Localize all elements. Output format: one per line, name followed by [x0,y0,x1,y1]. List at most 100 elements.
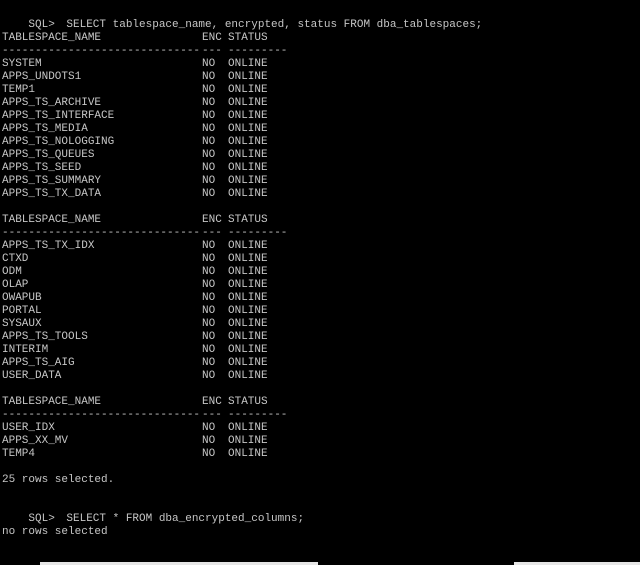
terminal-window[interactable]: SQL> SELECT tablespace_name, encrypted, s… [0,0,640,565]
cell-enc: NO [202,279,216,291]
column-header-tablespace-name: TABLESPACE_NAME [2,214,102,226]
cell-status: ONLINE [228,253,268,265]
cell-enc: NO [202,448,216,460]
separator-tablespace-name: ------------------------------ [2,409,201,421]
sql-command-text: SELECT * FROM dba_encrypted_columns; [66,513,305,525]
cell-enc: NO [202,175,216,187]
cell-status: ONLINE [228,110,268,122]
cell-status: ONLINE [228,84,268,96]
cell-enc: NO [202,344,216,356]
cell-status: ONLINE [228,71,268,83]
cell-status: ONLINE [228,136,268,148]
cell-tablespace-name: PORTAL [2,305,42,317]
separator-status: --------- [228,45,288,57]
cell-tablespace-name: APPS_TS_SEED [2,162,82,174]
column-header-tablespace-name: TABLESPACE_NAME [2,396,102,408]
cell-enc: NO [202,318,216,330]
cell-status: ONLINE [228,422,268,434]
cell-tablespace-name: TEMP1 [2,84,36,96]
column-header-tablespace-name: TABLESPACE_NAME [2,32,102,44]
table-header-row: TABLESPACE_NAME ENC STATUS [2,396,268,409]
cell-tablespace-name: TEMP4 [2,448,36,460]
cell-enc: NO [202,370,216,382]
cell-tablespace-name: SYSTEM [2,58,42,70]
sql-prompt: SQL> [28,513,55,525]
separator-enc: --- [202,409,222,421]
column-header-enc: ENC [202,396,222,408]
table-header-row: TABLESPACE_NAME ENC STATUS [2,214,268,227]
column-header-enc: ENC [202,214,222,226]
cell-tablespace-name: SYSAUX [2,318,42,330]
sql-prompt: SQL> [28,19,55,31]
cell-status: ONLINE [228,318,268,330]
cell-status: ONLINE [228,149,268,161]
cell-tablespace-name: INTERIM [2,344,49,356]
table-header-separator: ------------------------------ --- -----… [2,227,287,240]
cell-status: ONLINE [228,370,268,382]
cell-enc: NO [202,162,216,174]
command-line-2: SQL> SELECT * FROM dba_encrypted_columns; [2,500,304,525]
cell-tablespace-name: USER_DATA [2,370,62,382]
table-header-row: TABLESPACE_NAME ENC STATUS [2,32,268,45]
cell-enc: NO [202,188,216,200]
column-header-status: STATUS [228,32,268,44]
cell-tablespace-name: USER_IDX [2,422,55,434]
separator-status: --------- [228,409,288,421]
cell-status: ONLINE [228,435,268,447]
cell-tablespace-name: APPS_TS_SUMMARY [2,175,102,187]
cell-status: ONLINE [228,162,268,174]
cell-status: ONLINE [228,97,268,109]
cell-tablespace-name: OLAP [2,279,29,291]
cell-tablespace-name: APPS_XX_MV [2,435,69,447]
cell-status: ONLINE [228,175,268,187]
cell-tablespace-name: ODM [2,266,22,278]
separator-tablespace-name: ------------------------------ [2,45,201,57]
cell-enc: NO [202,71,216,83]
cell-tablespace-name: APPS_TS_TX_IDX [2,240,95,252]
column-header-enc: ENC [202,32,222,44]
cell-status: ONLINE [228,188,268,200]
cell-enc: NO [202,292,216,304]
cell-status: ONLINE [228,292,268,304]
cell-enc: NO [202,123,216,135]
cell-enc: NO [202,253,216,265]
table-header-separator: ------------------------------ --- -----… [2,409,287,422]
cell-enc: NO [202,149,216,161]
cell-status: ONLINE [228,266,268,278]
cell-tablespace-name: CTXD [2,253,29,265]
cell-enc: NO [202,357,216,369]
command-line-1: SQL> SELECT tablespace_name, encrypted, s… [2,6,482,31]
cell-enc: NO [202,435,216,447]
cell-enc: NO [202,266,216,278]
cell-status: ONLINE [228,448,268,460]
rows-selected-message: 25 rows selected. [2,474,115,486]
cell-tablespace-name: APPS_TS_INTERFACE [2,110,115,122]
separator-enc: --- [202,45,222,57]
separator-tablespace-name: ------------------------------ [2,227,201,239]
cell-tablespace-name: APPS_TS_QUEUES [2,149,95,161]
cell-tablespace-name: APPS_UNDOTS1 [2,71,82,83]
cell-tablespace-name: APPS_TS_TX_DATA [2,188,102,200]
cell-tablespace-name: APPS_TS_AIG [2,357,75,369]
cell-enc: NO [202,305,216,317]
cell-tablespace-name: APPS_TS_MEDIA [2,123,88,135]
cell-tablespace-name: APPS_TS_TOOLS [2,331,88,343]
cell-status: ONLINE [228,305,268,317]
column-header-status: STATUS [228,396,268,408]
cell-status: ONLINE [228,331,268,343]
cell-enc: NO [202,136,216,148]
cell-status: ONLINE [228,58,268,70]
cell-enc: NO [202,331,216,343]
no-rows-message: no rows selected [2,526,108,538]
cell-enc: NO [202,58,216,70]
sql-command-text: SELECT tablespace_name, encrypted, statu… [66,19,483,31]
separator-status: --------- [228,227,288,239]
cell-status: ONLINE [228,240,268,252]
cell-enc: NO [202,84,216,96]
cell-tablespace-name: OWAPUB [2,292,42,304]
cell-enc: NO [202,240,216,252]
cell-enc: NO [202,97,216,109]
cell-tablespace-name: APPS_TS_ARCHIVE [2,97,102,109]
table-header-separator: ------------------------------ --- -----… [2,45,287,58]
column-header-status: STATUS [228,214,268,226]
